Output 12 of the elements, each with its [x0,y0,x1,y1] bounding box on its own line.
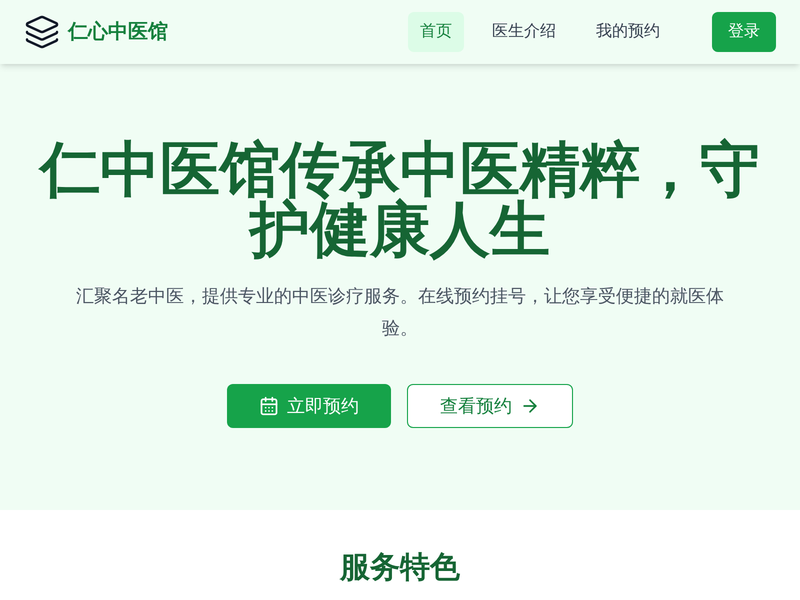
login-button[interactable]: 登录 [712,12,776,52]
calendar-icon [259,396,279,416]
layers-icon [24,14,60,50]
hero-subtitle: 汇聚名老中医，提供专业的中医诊疗服务。在线预约挂号，让您享受便捷的就医体验。 [75,285,725,340]
book-now-button[interactable]: 立即预约 [227,384,391,428]
nav-link[interactable]: 我的预约 [584,12,672,52]
section-title: 服务特色 [340,550,460,586]
hero-title: 仁中医馆传承中医精粹，守护健康人生 [37,140,761,260]
nav-link[interactable]: 医生介绍 [480,12,568,52]
view-bookings-button[interactable]: 查看预约 [407,384,573,428]
nav-link[interactable]: 首页 [408,12,464,52]
brand-name: 仁心中医馆 [68,20,168,45]
